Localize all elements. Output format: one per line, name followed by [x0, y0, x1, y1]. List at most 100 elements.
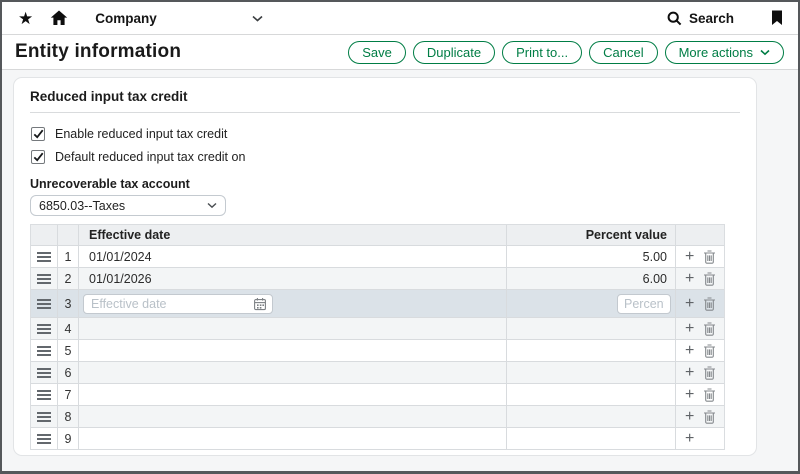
- effective-date-cell[interactable]: [79, 384, 507, 405]
- default-ritc-label: Default reduced input tax credit on: [55, 150, 245, 164]
- row-number: 5: [58, 340, 79, 361]
- drag-handle-icon: [37, 368, 51, 378]
- delete-row-icon[interactable]: [703, 410, 716, 424]
- drag-handle[interactable]: [31, 246, 58, 267]
- save-button[interactable]: Save: [348, 41, 406, 64]
- percent-value-cell[interactable]: 6.00: [507, 268, 676, 289]
- chevron-down-icon: [207, 202, 217, 209]
- delete-row-icon[interactable]: [703, 366, 716, 380]
- unrecoverable-tax-account-value: 6850.03--Taxes: [39, 199, 125, 213]
- delete-row-icon[interactable]: [703, 344, 716, 358]
- more-actions-button[interactable]: More actions: [665, 41, 784, 64]
- chevron-down-icon: [760, 49, 770, 56]
- row-actions: +: [676, 246, 724, 267]
- drag-handle-icon: [37, 324, 51, 334]
- more-actions-label: More actions: [679, 45, 753, 60]
- drag-handle[interactable]: [31, 318, 58, 339]
- unrecoverable-tax-account-select[interactable]: 6850.03--Taxes: [30, 195, 226, 216]
- table-row: 5 +: [31, 340, 724, 362]
- row-actions: +: [676, 268, 724, 289]
- search-icon: [667, 11, 682, 26]
- search-label: Search: [689, 11, 734, 26]
- enable-ritc-label: Enable reduced input tax credit: [55, 127, 227, 141]
- effective-date-cell[interactable]: 01/01/2024: [79, 246, 507, 267]
- favorites-star-icon[interactable]: ★: [18, 10, 33, 27]
- number-column-header: [58, 225, 79, 245]
- percent-value-cell: [507, 290, 676, 317]
- row-number: 9: [58, 428, 79, 449]
- effective-date-cell[interactable]: [79, 406, 507, 427]
- drag-handle-icon: [37, 252, 51, 262]
- row-actions: +: [676, 406, 724, 427]
- add-row-icon[interactable]: +: [685, 343, 694, 359]
- drag-column-header: [31, 225, 58, 245]
- effective-date-cell: [79, 290, 507, 317]
- enable-ritc-checkbox-row[interactable]: Enable reduced input tax credit: [31, 126, 740, 141]
- drag-handle[interactable]: [31, 362, 58, 383]
- drag-handle[interactable]: [31, 268, 58, 289]
- add-row-icon[interactable]: +: [685, 409, 694, 425]
- section-heading: Reduced input tax credit: [30, 89, 740, 104]
- delete-row-icon[interactable]: [703, 250, 716, 264]
- drag-handle[interactable]: [31, 428, 58, 449]
- percent-value-cell[interactable]: [507, 428, 676, 449]
- effective-date-column-header: Effective date: [79, 225, 507, 245]
- print-to-button[interactable]: Print to...: [502, 41, 582, 64]
- percent-value-cell[interactable]: 5.00: [507, 246, 676, 267]
- row-actions: +: [676, 340, 724, 361]
- cancel-button[interactable]: Cancel: [589, 41, 657, 64]
- percent-value-cell[interactable]: [507, 384, 676, 405]
- default-ritc-checkbox[interactable]: [31, 150, 45, 164]
- effective-date-cell[interactable]: [79, 428, 507, 449]
- add-row-icon[interactable]: +: [685, 271, 694, 287]
- delete-row-icon[interactable]: [703, 388, 716, 402]
- actions-column-header: [676, 225, 724, 245]
- checkmark-icon: [33, 152, 44, 162]
- table-header-row: Effective date Percent value: [31, 225, 724, 246]
- add-row-icon[interactable]: +: [685, 431, 694, 447]
- drag-handle-icon: [37, 346, 51, 356]
- percent-input[interactable]: [617, 294, 671, 314]
- delete-row-icon[interactable]: [703, 297, 716, 311]
- drag-handle[interactable]: [31, 384, 58, 405]
- app-window: ★ Company Search Entity information Save…: [0, 0, 800, 474]
- delete-row-icon[interactable]: [703, 322, 716, 336]
- table-row: 7 +: [31, 384, 724, 406]
- add-row-icon[interactable]: +: [685, 365, 694, 381]
- delete-row-icon[interactable]: [703, 272, 716, 286]
- search-button[interactable]: Search: [667, 11, 734, 26]
- effective-date-cell[interactable]: [79, 340, 507, 361]
- home-icon[interactable]: [50, 10, 68, 26]
- drag-handle[interactable]: [31, 406, 58, 427]
- drag-handle-icon: [37, 434, 51, 444]
- calendar-icon[interactable]: [253, 297, 267, 311]
- duplicate-button[interactable]: Duplicate: [413, 41, 495, 64]
- row-actions: +: [676, 362, 724, 383]
- checkmark-icon: [33, 129, 44, 139]
- effective-date-cell[interactable]: [79, 362, 507, 383]
- top-bar: ★ Company Search: [2, 2, 798, 35]
- effective-date-cell[interactable]: 01/01/2026: [79, 268, 507, 289]
- percent-value-cell[interactable]: [507, 340, 676, 361]
- enable-ritc-checkbox[interactable]: [31, 127, 45, 141]
- percent-value-cell[interactable]: [507, 362, 676, 383]
- effective-date-input[interactable]: [83, 294, 273, 314]
- percent-value-cell[interactable]: [507, 318, 676, 339]
- row-number: 8: [58, 406, 79, 427]
- default-ritc-checkbox-row[interactable]: Default reduced input tax credit on: [31, 149, 740, 164]
- bookmark-icon[interactable]: [771, 10, 783, 26]
- row-number: 1: [58, 246, 79, 267]
- effective-date-cell[interactable]: [79, 318, 507, 339]
- percent-value-cell[interactable]: [507, 406, 676, 427]
- add-row-icon[interactable]: +: [685, 296, 694, 312]
- drag-handle-icon: [37, 390, 51, 400]
- add-row-icon[interactable]: +: [685, 387, 694, 403]
- add-row-icon[interactable]: +: [685, 321, 694, 337]
- company-dropdown[interactable]: Company: [95, 11, 263, 26]
- drag-handle[interactable]: [31, 290, 58, 317]
- unrecoverable-tax-account-label: Unrecoverable tax account: [30, 177, 740, 191]
- add-row-icon[interactable]: +: [685, 249, 694, 265]
- drag-handle[interactable]: [31, 340, 58, 361]
- company-dropdown-label: Company: [95, 11, 157, 26]
- row-number: 6: [58, 362, 79, 383]
